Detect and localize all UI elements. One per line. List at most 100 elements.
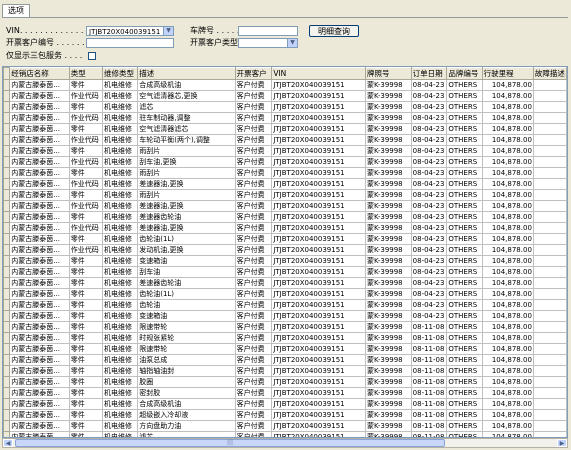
service-history-grid: 经销店名称 类型 维修类型 描述 开票客户 VIN 牌照号 订单日期 品牌编号 行驶里程 故障描述 … bbox=[2, 66, 568, 438]
column-header[interactable]: 订单日期 bbox=[410, 67, 448, 80]
table-cell: 内蒙古滕泰茵... bbox=[9, 288, 70, 300]
table-cell: OTHERS bbox=[446, 211, 483, 223]
table-row[interactable]: 内蒙古滕泰茵... 零件 机电维修 油泵总成 客户付费 JTJBT20X040039151… bbox=[3, 354, 567, 366]
table-row[interactable]: 内蒙古滕泰茵... 作业代码 机电维修 差速器油,更换 客户付费 JTJBT20X0400… bbox=[3, 200, 567, 212]
table-row[interactable]: 内蒙古滕泰茵... 零件 机电维修 胶圈 客户付费 JTJBT20X040039151 蒙K… bbox=[3, 376, 567, 388]
table-cell: JTJBT20X040039151 bbox=[271, 299, 366, 311]
scroll-thumb[interactable]: ||| bbox=[15, 439, 445, 447]
table-cell: 客户付费 bbox=[234, 288, 273, 300]
table-row[interactable]: 内蒙古滕泰茵... 作业代码 机电维修 差速器油,更换 客户付费 JTJBT20X0400… bbox=[3, 178, 567, 190]
table-row[interactable]: 内蒙古滕泰茵... 零件 机电维修 限速带轮 客户付费 JTJBT20X040039151… bbox=[3, 343, 567, 355]
scroll-left-icon[interactable]: ◀ bbox=[3, 439, 13, 447]
table-cell: 限速带轮 bbox=[137, 321, 236, 333]
table-cell: 08-11-08 bbox=[410, 409, 448, 421]
table-cell: OTHERS bbox=[446, 79, 483, 91]
table-row[interactable]: 内蒙古滕泰茵... 零件 机电维修 齿轮油(1L) 客户付费 JTJBT20X040039… bbox=[3, 233, 567, 245]
table-cell: 作业代码 bbox=[68, 222, 103, 234]
column-header[interactable]: 描述 bbox=[137, 67, 236, 80]
column-header[interactable]: 品牌编号 bbox=[446, 67, 483, 80]
table-row[interactable]: 内蒙古滕泰茵... 作业代码 机电维修 车轮动平衡(两个),调整 客户付费 JTJBT20… bbox=[3, 134, 567, 146]
table-row[interactable]: 内蒙古滕泰茵... 零件 机电维修 齿轮油(1L) 客户付费 JTJBT20X040039… bbox=[3, 288, 567, 300]
table-cell: 蒙K-39998 bbox=[364, 211, 412, 223]
table-cell: 机电维修 bbox=[101, 112, 139, 124]
table-row[interactable]: 内蒙古滕泰茵... 零件 机电维修 空气滤清器滤芯 客户付费 JTJBT20X040039… bbox=[3, 123, 567, 135]
table-row[interactable]: 内蒙古滕泰茵... 作业代码 机电维修 发动机油,更换 客户付费 JTJBT20X0400… bbox=[3, 244, 567, 256]
column-header[interactable]: 经销店名称 bbox=[9, 67, 70, 80]
table-cell: 客户付费 bbox=[234, 255, 273, 267]
table-row[interactable]: 内蒙古滕泰茵... 零件 机电维修 合成高级机油 客户付费 JTJBT20X0400391… bbox=[3, 79, 567, 91]
table-cell: 零件 bbox=[68, 398, 103, 410]
table-row[interactable]: 内蒙古滕泰茵... 作业代码 机电维修 驻车制动器,调整 客户付费 JTJBT20X040… bbox=[3, 112, 567, 124]
table-row[interactable]: 内蒙古滕泰茵... 零件 机电维修 合成高级机油 客户付费 JTJBT20X0400391… bbox=[3, 398, 567, 410]
table-cell: 客户付费 bbox=[234, 167, 273, 179]
table-cell: 内蒙古滕泰茵... bbox=[9, 145, 70, 157]
table-row[interactable]: 内蒙古滕泰茵... 零件 机电维修 滤芯 客户付费 JTJBT20X040039151 蒙K… bbox=[3, 101, 567, 113]
table-row[interactable]: 内蒙古滕泰茵... 零件 机电维修 变速箱油 客户付费 JTJBT20X040039151… bbox=[3, 255, 567, 267]
table-row[interactable]: 内蒙古滕泰茵... 零件 机电维修 雨刮片 客户付费 JTJBT20X040039151 蒙… bbox=[3, 167, 567, 179]
table-row[interactable]: 内蒙古滕泰茵... 零件 机电维修 雨刮片 客户付费 JTJBT20X040039151 蒙… bbox=[3, 189, 567, 201]
table-cell: 零件 bbox=[68, 167, 103, 179]
column-header[interactable]: 类型 bbox=[68, 67, 103, 80]
invoice-type-combo[interactable]: ▼ bbox=[238, 38, 298, 48]
horizontal-scrollbar[interactable]: ◀ ||| ▶ bbox=[2, 438, 568, 448]
table-cell: 蒙K-39998 bbox=[364, 354, 412, 366]
table-row[interactable]: 内蒙古滕泰茵... 零件 机电维修 限速带轮 客户付费 JTJBT20X040039151… bbox=[3, 321, 567, 333]
table-row[interactable]: 内蒙古滕泰茵... 作业代码 机电维修 刮车油,更换 客户付费 JTJBT20X04003… bbox=[3, 156, 567, 168]
table-row[interactable]: 内蒙古滕泰茵... 零件 机电维修 时规张紧轮 客户付费 JTJBT20X04003915… bbox=[3, 332, 567, 344]
table-row[interactable]: 内蒙古滕泰茵... 零件 机电维修 方向盘助力油 客户付费 JTJBT20X0400391… bbox=[3, 420, 567, 432]
column-header[interactable]: VIN bbox=[271, 67, 366, 80]
table-cell bbox=[532, 255, 567, 267]
invoice-customer-input[interactable] bbox=[86, 38, 174, 48]
table-cell bbox=[532, 222, 567, 234]
tab-options[interactable]: 选项 bbox=[2, 4, 30, 18]
scroll-right-icon[interactable]: ▶ bbox=[557, 439, 567, 447]
table-cell: JTJBT20X040039151 bbox=[271, 178, 366, 190]
table-cell: JTJBT20X040039151 bbox=[271, 90, 366, 102]
table-row[interactable]: 内蒙古滕泰茵... 零件 机电维修 齿轮油 客户付费 JTJBT20X040039151 蒙… bbox=[3, 299, 567, 311]
column-header[interactable]: 牌照号 bbox=[364, 67, 412, 80]
table-cell: 104,878.00 bbox=[481, 288, 534, 300]
column-header[interactable]: 维修类型 bbox=[101, 67, 139, 80]
query-button[interactable]: 明细查询 bbox=[309, 25, 359, 37]
three-package-checkbox[interactable] bbox=[88, 52, 96, 60]
plate-input[interactable] bbox=[238, 26, 298, 36]
table-cell: 客户付费 bbox=[234, 398, 273, 410]
table-cell: 内蒙古滕泰茵... bbox=[9, 299, 70, 311]
table-cell: 机电维修 bbox=[101, 332, 139, 344]
table-cell: 客户付费 bbox=[234, 233, 273, 245]
table-row[interactable]: 内蒙古滕泰茵... 作业代码 机电维修 差速器油,更换 客户付费 JTJBT20X0400… bbox=[3, 222, 567, 234]
table-cell: 胶圈 bbox=[137, 376, 236, 388]
table-row[interactable]: 内蒙古滕泰茵... 零件 机电维修 雨刮片 客户付费 JTJBT20X040039151 蒙… bbox=[3, 145, 567, 157]
table-cell: 轴指轴油封 bbox=[137, 365, 236, 377]
column-header[interactable]: 行驶里程 bbox=[481, 67, 534, 80]
table-cell: 内蒙古滕泰茵... bbox=[9, 134, 70, 146]
table-cell: 内蒙古滕泰茵... bbox=[9, 277, 70, 289]
table-cell: OTHERS bbox=[446, 123, 483, 135]
table-cell: 机电维修 bbox=[101, 365, 139, 377]
table-cell: 作业代码 bbox=[68, 244, 103, 256]
vin-combo[interactable]: JTJBT20X040039151 ▼ bbox=[86, 26, 174, 36]
table-cell: 104,878.00 bbox=[481, 376, 534, 388]
table-cell: 齿轮油(1L) bbox=[137, 288, 236, 300]
table-cell: 104,878.00 bbox=[481, 365, 534, 377]
column-header[interactable]: 开票客户 bbox=[234, 67, 273, 80]
table-cell bbox=[532, 178, 567, 190]
table-row[interactable]: 内蒙古滕泰茵... 作业代码 机电维修 空气滤清器芯,更换 客户付费 JTJBT20X04… bbox=[3, 90, 567, 102]
table-cell: 合成高级机油 bbox=[137, 398, 236, 410]
table-cell: 08-11-08 bbox=[410, 387, 448, 399]
table-row[interactable]: 内蒙古滕泰茵... 零件 机电维修 变速箱油 客户付费 JTJBT20X040039151… bbox=[3, 310, 567, 322]
table-cell: JTJBT20X040039151 bbox=[271, 376, 366, 388]
column-header[interactable]: 故障描述 bbox=[532, 67, 567, 80]
table-row[interactable]: 内蒙古滕泰茵... 零件 机电维修 超级嵌入冷却液 客户付费 JTJBT20X040039… bbox=[3, 409, 567, 421]
table-cell: 雨刮片 bbox=[137, 145, 236, 157]
table-row[interactable]: 内蒙古滕泰茵... 零件 机电维修 轴指轴油封 客户付费 JTJBT20X04003915… bbox=[3, 365, 567, 377]
chevron-down-icon[interactable]: ▼ bbox=[163, 27, 173, 35]
table-cell: 时规张紧轮 bbox=[137, 332, 236, 344]
table-row[interactable]: 内蒙古滕泰茵... 零件 机电维修 刮车油 客户付费 JTJBT20X040039151 蒙… bbox=[3, 266, 567, 278]
table-cell: 蒙K-39998 bbox=[364, 321, 412, 333]
chevron-down-icon[interactable]: ▼ bbox=[287, 39, 297, 47]
table-row[interactable]: 内蒙古滕泰茵... 零件 机电维修 差速器齿轮油 客户付费 JTJBT20X0400391… bbox=[3, 211, 567, 223]
table-cell: 蒙K-39998 bbox=[364, 101, 412, 113]
table-row[interactable]: 内蒙古滕泰茵... 零件 机电维修 差速器齿轮油 客户付费 JTJBT20X0400391… bbox=[3, 277, 567, 289]
table-row[interactable]: 内蒙古滕泰茵... 零件 机电维修 密封胶 客户付费 JTJBT20X040039151 蒙… bbox=[3, 387, 567, 399]
